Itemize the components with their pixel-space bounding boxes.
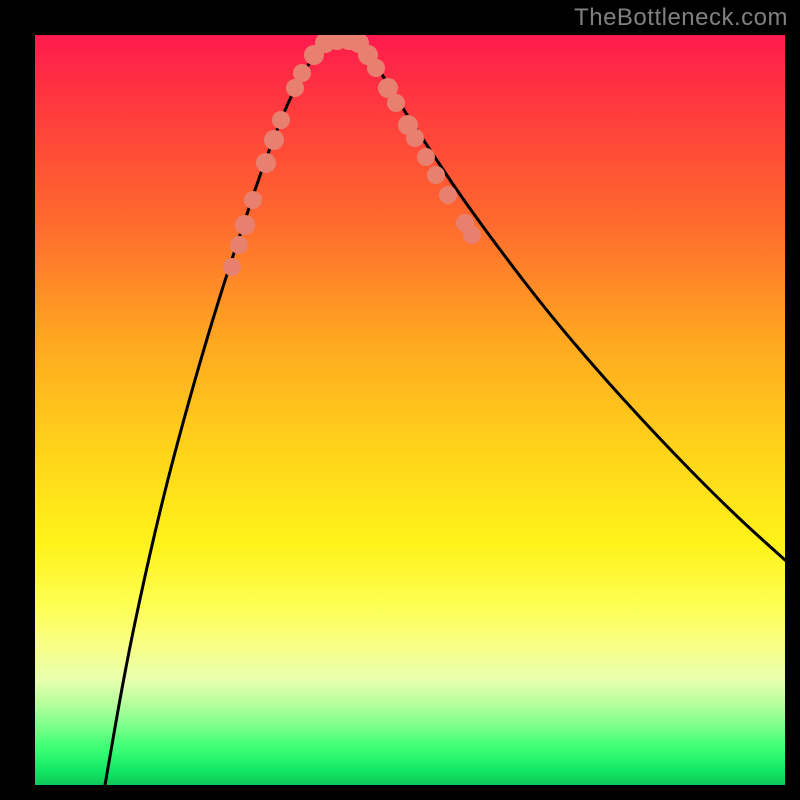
- data-marker: [223, 258, 241, 276]
- data-marker: [427, 166, 445, 184]
- data-marker: [235, 215, 255, 235]
- curve-left-curve: [105, 43, 325, 785]
- data-marker: [230, 236, 248, 254]
- data-marker: [272, 111, 290, 129]
- data-marker: [244, 191, 262, 209]
- chart-container: TheBottleneck.com: [0, 0, 800, 800]
- data-marker: [439, 186, 457, 204]
- curve-right-curve: [355, 43, 785, 560]
- data-marker: [417, 148, 435, 166]
- chart-svg: [35, 35, 785, 785]
- data-marker: [367, 59, 385, 77]
- plot-area: [35, 35, 785, 785]
- watermark-text: TheBottleneck.com: [574, 4, 788, 32]
- data-marker: [264, 130, 284, 150]
- data-marker: [256, 153, 276, 173]
- data-marker: [463, 226, 481, 244]
- data-marker: [387, 94, 405, 112]
- data-marker: [293, 64, 311, 82]
- data-marker: [406, 129, 424, 147]
